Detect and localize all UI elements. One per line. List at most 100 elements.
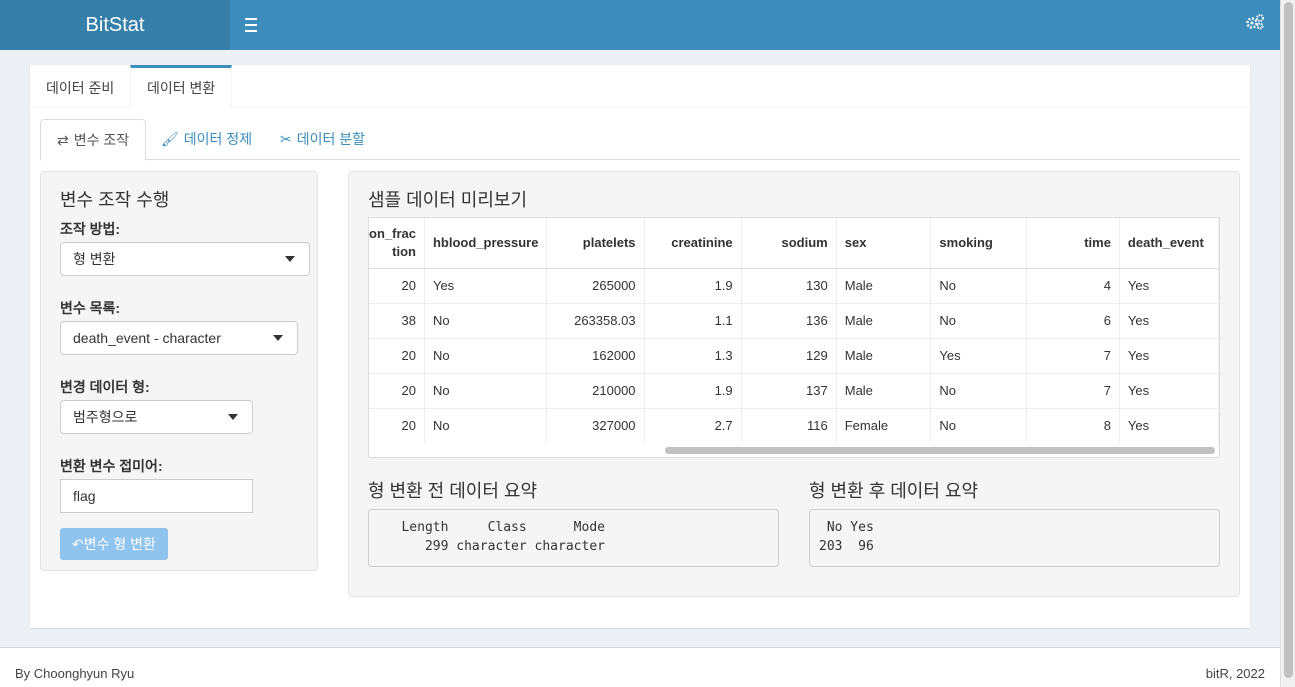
newtype-select[interactable]: 범주형으로 (60, 400, 253, 434)
paint-brush-icon: 🖌 (161, 131, 179, 147)
column-header[interactable]: platelets (546, 218, 645, 269)
table-cell: 162000 (546, 338, 645, 374)
table-cell: No (930, 268, 1028, 304)
scissors-icon: ✂ (280, 131, 292, 147)
summary-before-line2: 299 character character (378, 539, 605, 554)
method-select[interactable]: 형 변환 (60, 242, 310, 276)
exchange-icon: ⇄ (57, 132, 69, 148)
table-cell: Male (836, 373, 932, 409)
table-cell: Male (836, 268, 932, 304)
table-cell: Yes (1119, 338, 1219, 374)
varlist-value: death_event - character (73, 330, 221, 346)
table-cell: 1.3 (644, 338, 742, 374)
tab-label: 변수 조작 (73, 132, 130, 148)
page-footer: By Choonghyun Ryu bitR, 2022 (0, 647, 1280, 687)
summary-before-output: Length Class Mode 299 character characte… (368, 509, 779, 567)
table-cell: 7 (1026, 373, 1120, 409)
gears-icon[interactable] (1244, 13, 1266, 35)
table-cell: 263358.03 (546, 303, 645, 339)
summary-before-title: 형 변환 전 데이터 요약 (368, 481, 538, 501)
tab-label: 데이터 분할 (296, 131, 366, 147)
chevron-down-icon (285, 256, 295, 262)
manipulation-sidebar: 변수 조작 수행 조작 방법: 형 변환 변수 목록: death_event … (40, 171, 318, 571)
table-row: 38 No 263358.03 1.1 136 Male No 6 Yes (369, 303, 1219, 339)
column-header[interactable]: smoking (930, 218, 1028, 269)
table-cell: 6 (1026, 303, 1120, 339)
preview-table: on_frac tion hblood_pressure platelets c… (369, 218, 1219, 444)
column-header[interactable]: sex (836, 218, 932, 269)
table-cell: 327000 (546, 408, 645, 444)
chevron-down-icon (228, 414, 238, 420)
table-cell: No (930, 303, 1028, 339)
footer-copyright: bitR, 2022 (1205, 666, 1265, 681)
column-header[interactable]: on_frac tion (369, 218, 425, 269)
table-cell: 7 (1026, 338, 1120, 374)
table-cell: Yes (1119, 408, 1219, 444)
outer-tabs: 데이터 준비 데이터 변환 (30, 65, 1250, 108)
top-navbar: BitStat (0, 0, 1280, 50)
table-cell: 137 (741, 373, 837, 409)
table-cell: 1.9 (644, 373, 742, 409)
newtype-value: 범주형으로 (73, 409, 138, 425)
table-cell: 2.7 (644, 408, 742, 444)
tab-data-prep[interactable]: 데이터 준비 (30, 65, 130, 108)
inner-tabs: ⇄ 변수 조작 🖌 데이터 정제 ✂ 데이터 분할 (40, 119, 1240, 161)
undo-icon: ↶ (72, 536, 84, 552)
table-horizontal-scrollbar[interactable] (369, 443, 1219, 457)
table-cell: Female (836, 408, 932, 444)
method-label: 조작 방법: (60, 221, 121, 237)
preview-title: 샘플 데이터 미리보기 (368, 190, 528, 210)
summary-after-line2: 203 96 (819, 539, 874, 554)
summary-after-line1: No Yes (819, 520, 874, 535)
convert-type-button[interactable]: ↶변수 형 변환 (60, 528, 168, 560)
table-row: 20 No 210000 1.9 137 Male No 7 Yes (369, 373, 1219, 409)
varlist-label: 변수 목록: (60, 300, 121, 316)
table-cell: Yes (424, 268, 548, 304)
column-header[interactable]: death_event (1119, 218, 1219, 269)
table-cell: 20 (369, 408, 425, 444)
table-cell: 129 (741, 338, 837, 374)
table-cell: 1.9 (644, 268, 742, 304)
tab-data-split[interactable]: ✂ 데이터 분할 (264, 119, 381, 160)
footer-author: By Choonghyun Ryu (15, 666, 135, 681)
tab-data-cleaning[interactable]: 🖌 데이터 정제 (145, 119, 268, 160)
table-cell: Male (836, 338, 932, 374)
table-cell: Yes (930, 338, 1028, 374)
convert-button-label: 변수 형 변환 (83, 536, 156, 552)
table-cell: No (930, 373, 1028, 409)
table-cell: 20 (369, 268, 425, 304)
table-cell: 20 (369, 338, 425, 374)
table-cell: No (424, 303, 548, 339)
table-cell: 210000 (546, 373, 645, 409)
summary-after-output: No Yes 203 96 (809, 509, 1220, 567)
table-cell: 136 (741, 303, 837, 339)
tab-data-transform[interactable]: 데이터 변환 (130, 65, 233, 108)
column-header[interactable]: sodium (741, 218, 837, 269)
table-cell: No (424, 338, 548, 374)
varlist-select[interactable]: death_event - character (60, 321, 298, 355)
table-cell: 4 (1026, 268, 1120, 304)
table-header-row: on_frac tion hblood_pressure platelets c… (369, 218, 1219, 269)
table-cell: Male (836, 303, 932, 339)
summary-after-title: 형 변환 후 데이터 요약 (809, 481, 979, 501)
sidebar-title: 변수 조작 수행 (60, 190, 170, 210)
gears-svg (1246, 14, 1264, 30)
table-cell: No (424, 373, 548, 409)
preview-table-container[interactable]: on_frac tion hblood_pressure platelets c… (368, 217, 1220, 458)
app-logo[interactable]: BitStat (0, 0, 230, 50)
suffix-input[interactable]: flag (60, 479, 253, 513)
column-header[interactable]: hblood_pressure (424, 218, 548, 269)
table-cell: Yes (1119, 303, 1219, 339)
table-cell: 38 (369, 303, 425, 339)
tab-variable-manipulation[interactable]: ⇄ 변수 조작 (40, 119, 147, 161)
page-scrollbar[interactable] (1280, 0, 1295, 687)
column-header[interactable]: creatinine (644, 218, 742, 269)
sidebar-toggle-icon[interactable] (240, 14, 262, 36)
table-cell: No (930, 408, 1028, 444)
table-cell: 20 (369, 373, 425, 409)
table-cell: 265000 (546, 268, 645, 304)
table-cell: 130 (741, 268, 837, 304)
newtype-label: 변경 데이터 형: (60, 379, 150, 395)
column-header[interactable]: time (1026, 218, 1120, 269)
table-cell: 8 (1026, 408, 1120, 444)
